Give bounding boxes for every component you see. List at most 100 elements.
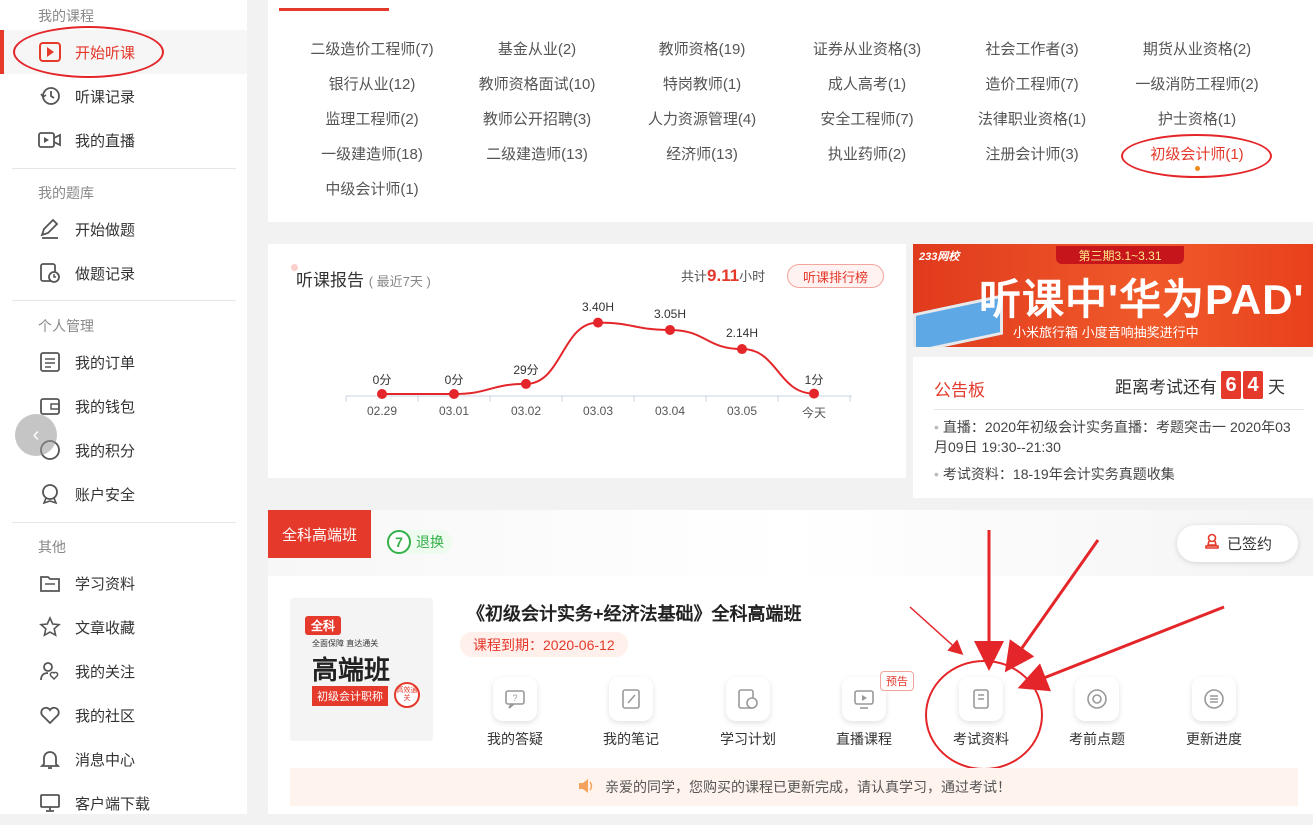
course-footer-message: 亲爱的同学，您购买的课程已更新完成，请认真学习，通过考试！	[290, 768, 1298, 806]
category-item[interactable]: 期货从业资格(2)	[1107, 38, 1287, 59]
data-point[interactable]	[521, 378, 531, 389]
category-item[interactable]: 造价工程师(7)	[942, 73, 1122, 94]
data-point[interactable]	[737, 344, 747, 355]
point-label: 29分	[513, 362, 539, 377]
category-item[interactable]: 二级造价工程师(7)	[282, 38, 462, 59]
refund-icon: 7	[387, 530, 411, 554]
sidebar-item-start-practice[interactable]: 开始做题	[0, 207, 247, 251]
annotation-circle	[1121, 134, 1272, 178]
category-item[interactable]: 教师资格面试(10)	[447, 73, 627, 94]
signed-label: 已签约	[1226, 536, 1272, 553]
folder-icon	[38, 571, 62, 595]
sidebar-item-label: 开始做题	[75, 221, 136, 239]
category-item[interactable]: 注册会计师(3)	[942, 143, 1122, 164]
tool-my-qa[interactable]: ? 我的答疑	[470, 677, 560, 749]
category-item[interactable]: 基金从业(2)	[447, 38, 627, 59]
sidebar-item-my-community[interactable]: 我的社区	[0, 693, 247, 737]
data-point[interactable]	[665, 324, 675, 335]
data-point[interactable]	[593, 317, 603, 328]
sidebar-item-label: 听课记录	[75, 88, 136, 106]
category-item[interactable]: 法律职业资格(1)	[942, 108, 1122, 129]
sidebar-item-label: 学习资料	[75, 575, 136, 593]
banner-period: 第三期3.1~3.31	[1056, 246, 1184, 264]
footer-message-text: 亲爱的同学，您购买的课程已更新完成，请认真学习，通过考试！	[605, 779, 1011, 795]
category-item[interactable]: 一级建造师(18)	[282, 143, 462, 164]
category-item[interactable]: 中级会计师(1)	[282, 178, 462, 199]
sidebar-item-label: 我的钱包	[75, 398, 136, 416]
category-item[interactable]: 监理工程师(2)	[282, 108, 462, 129]
tool-pre-exam-points[interactable]: 考前点题	[1052, 677, 1142, 749]
category-item[interactable]: 社会工作者(3)	[942, 38, 1122, 59]
video-camera-icon	[38, 128, 62, 152]
notice-item[interactable]: 直播：2020年初级会计实务直播：考题突击一 2020年03月09日 19:30…	[934, 417, 1304, 457]
sidebar-item-client-download[interactable]: 客户端下载	[0, 781, 247, 825]
history-icon	[38, 84, 62, 108]
category-item[interactable]: 二级建造师(13)	[447, 143, 627, 164]
target-icon	[1075, 677, 1119, 721]
notice-title: 公告板	[934, 381, 985, 400]
category-item[interactable]: 护士资格(1)	[1107, 108, 1287, 129]
point-label: 1分	[804, 372, 824, 387]
category-item[interactable]: 人力资源管理(4)	[612, 108, 792, 129]
x-tick-label: 03.02	[510, 404, 542, 418]
section-my-courses: 我的课程	[38, 8, 94, 24]
sidebar-item-account-security[interactable]: 账户安全	[0, 472, 247, 516]
category-item[interactable]: 特岗教师(1)	[612, 73, 792, 94]
data-point[interactable]	[377, 389, 387, 399]
sidebar-item-my-live[interactable]: 我的直播	[0, 118, 247, 162]
data-point[interactable]	[449, 389, 459, 399]
category-item[interactable]: 教师公开招聘(3)	[447, 108, 627, 129]
promo-banner[interactable]: 233网校 第三期3.1~3.31 听课中'华为PAD' 小米旅行箱 小度音响抽…	[913, 244, 1313, 347]
divider	[12, 300, 236, 301]
category-item[interactable]: 成人高考(1)	[777, 73, 957, 94]
course-title[interactable]: 《初级会计实务+经济法基础》全科高端班	[467, 600, 802, 626]
course-expire: 课程到期：2020-06-12	[460, 632, 628, 657]
sidebar-item-label: 我的社区	[75, 707, 136, 725]
active-tab-underline	[279, 8, 389, 11]
note-icon	[609, 677, 653, 721]
thumb-slogan: 全面保障 直达通关	[312, 639, 379, 648]
x-tick-label: 03.03	[582, 404, 614, 418]
sidebar-item-study-materials[interactable]: 学习资料	[0, 561, 247, 605]
x-tick-label: 03.05	[726, 404, 758, 418]
sidebar-item-listen-record[interactable]: 听课记录	[0, 74, 247, 118]
data-point[interactable]	[809, 388, 819, 399]
tool-my-notes[interactable]: 我的笔记	[586, 677, 676, 749]
tool-update-progress[interactable]: 更新进度	[1169, 677, 1259, 749]
point-label: 3.40H	[581, 299, 615, 314]
course-thumbnail[interactable]: 全科 全面保障 直达通关 高端班 初级会计职称 高效通关	[290, 598, 433, 741]
speaker-icon	[577, 777, 595, 798]
tool-label: 我的笔记	[603, 731, 659, 747]
thumb-seal: 高效通关	[394, 682, 420, 708]
x-tick-label: 今天	[801, 406, 826, 420]
category-item[interactable]: 银行从业(12)	[282, 73, 462, 94]
category-item[interactable]: 一级消防工程师(2)	[1107, 73, 1287, 94]
plan-icon	[726, 677, 770, 721]
banner-headline: 听课中'华为PAD'	[979, 276, 1305, 323]
signed-button[interactable]: 已签约	[1177, 525, 1298, 562]
sidebar-item-article-fav[interactable]: 文章收藏	[0, 605, 247, 649]
category-item[interactable]: 执业药师(2)	[777, 143, 957, 164]
category-item[interactable]: 安全工程师(7)	[777, 108, 957, 129]
progress-icon	[1192, 677, 1236, 721]
sidebar-item-label: 我的积分	[75, 442, 136, 460]
pencil-icon	[38, 217, 62, 241]
sidebar-item-my-follow[interactable]: 我的关注	[0, 649, 247, 693]
x-tick-label: 03.04	[654, 404, 686, 418]
x-tick-label: 02.29	[366, 404, 398, 418]
sidebar-item-my-orders[interactable]: 我的订单	[0, 340, 247, 384]
stamp-icon	[1203, 533, 1221, 555]
annotation-circle	[925, 660, 1043, 770]
sidebar-item-practice-record[interactable]: 做题记录	[0, 251, 247, 295]
countdown-digit: 4	[1243, 371, 1263, 399]
divider	[12, 522, 236, 523]
tool-study-plan[interactable]: 学习计划	[703, 677, 793, 749]
exam-countdown: 距离考试还有 6 4 天	[1115, 371, 1285, 399]
banner-brand: 233网校	[919, 251, 960, 263]
sidebar-item-message-center[interactable]: 消息中心	[0, 737, 247, 781]
carousel-prev-button[interactable]: ‹	[15, 414, 57, 456]
category-item[interactable]: 教师资格(19)	[612, 38, 792, 59]
category-item[interactable]: 证券从业资格(3)	[777, 38, 957, 59]
category-item[interactable]: 经济师(13)	[612, 143, 792, 164]
notice-item[interactable]: 考试资料：18-19年会计实务真题收集	[934, 464, 1304, 484]
